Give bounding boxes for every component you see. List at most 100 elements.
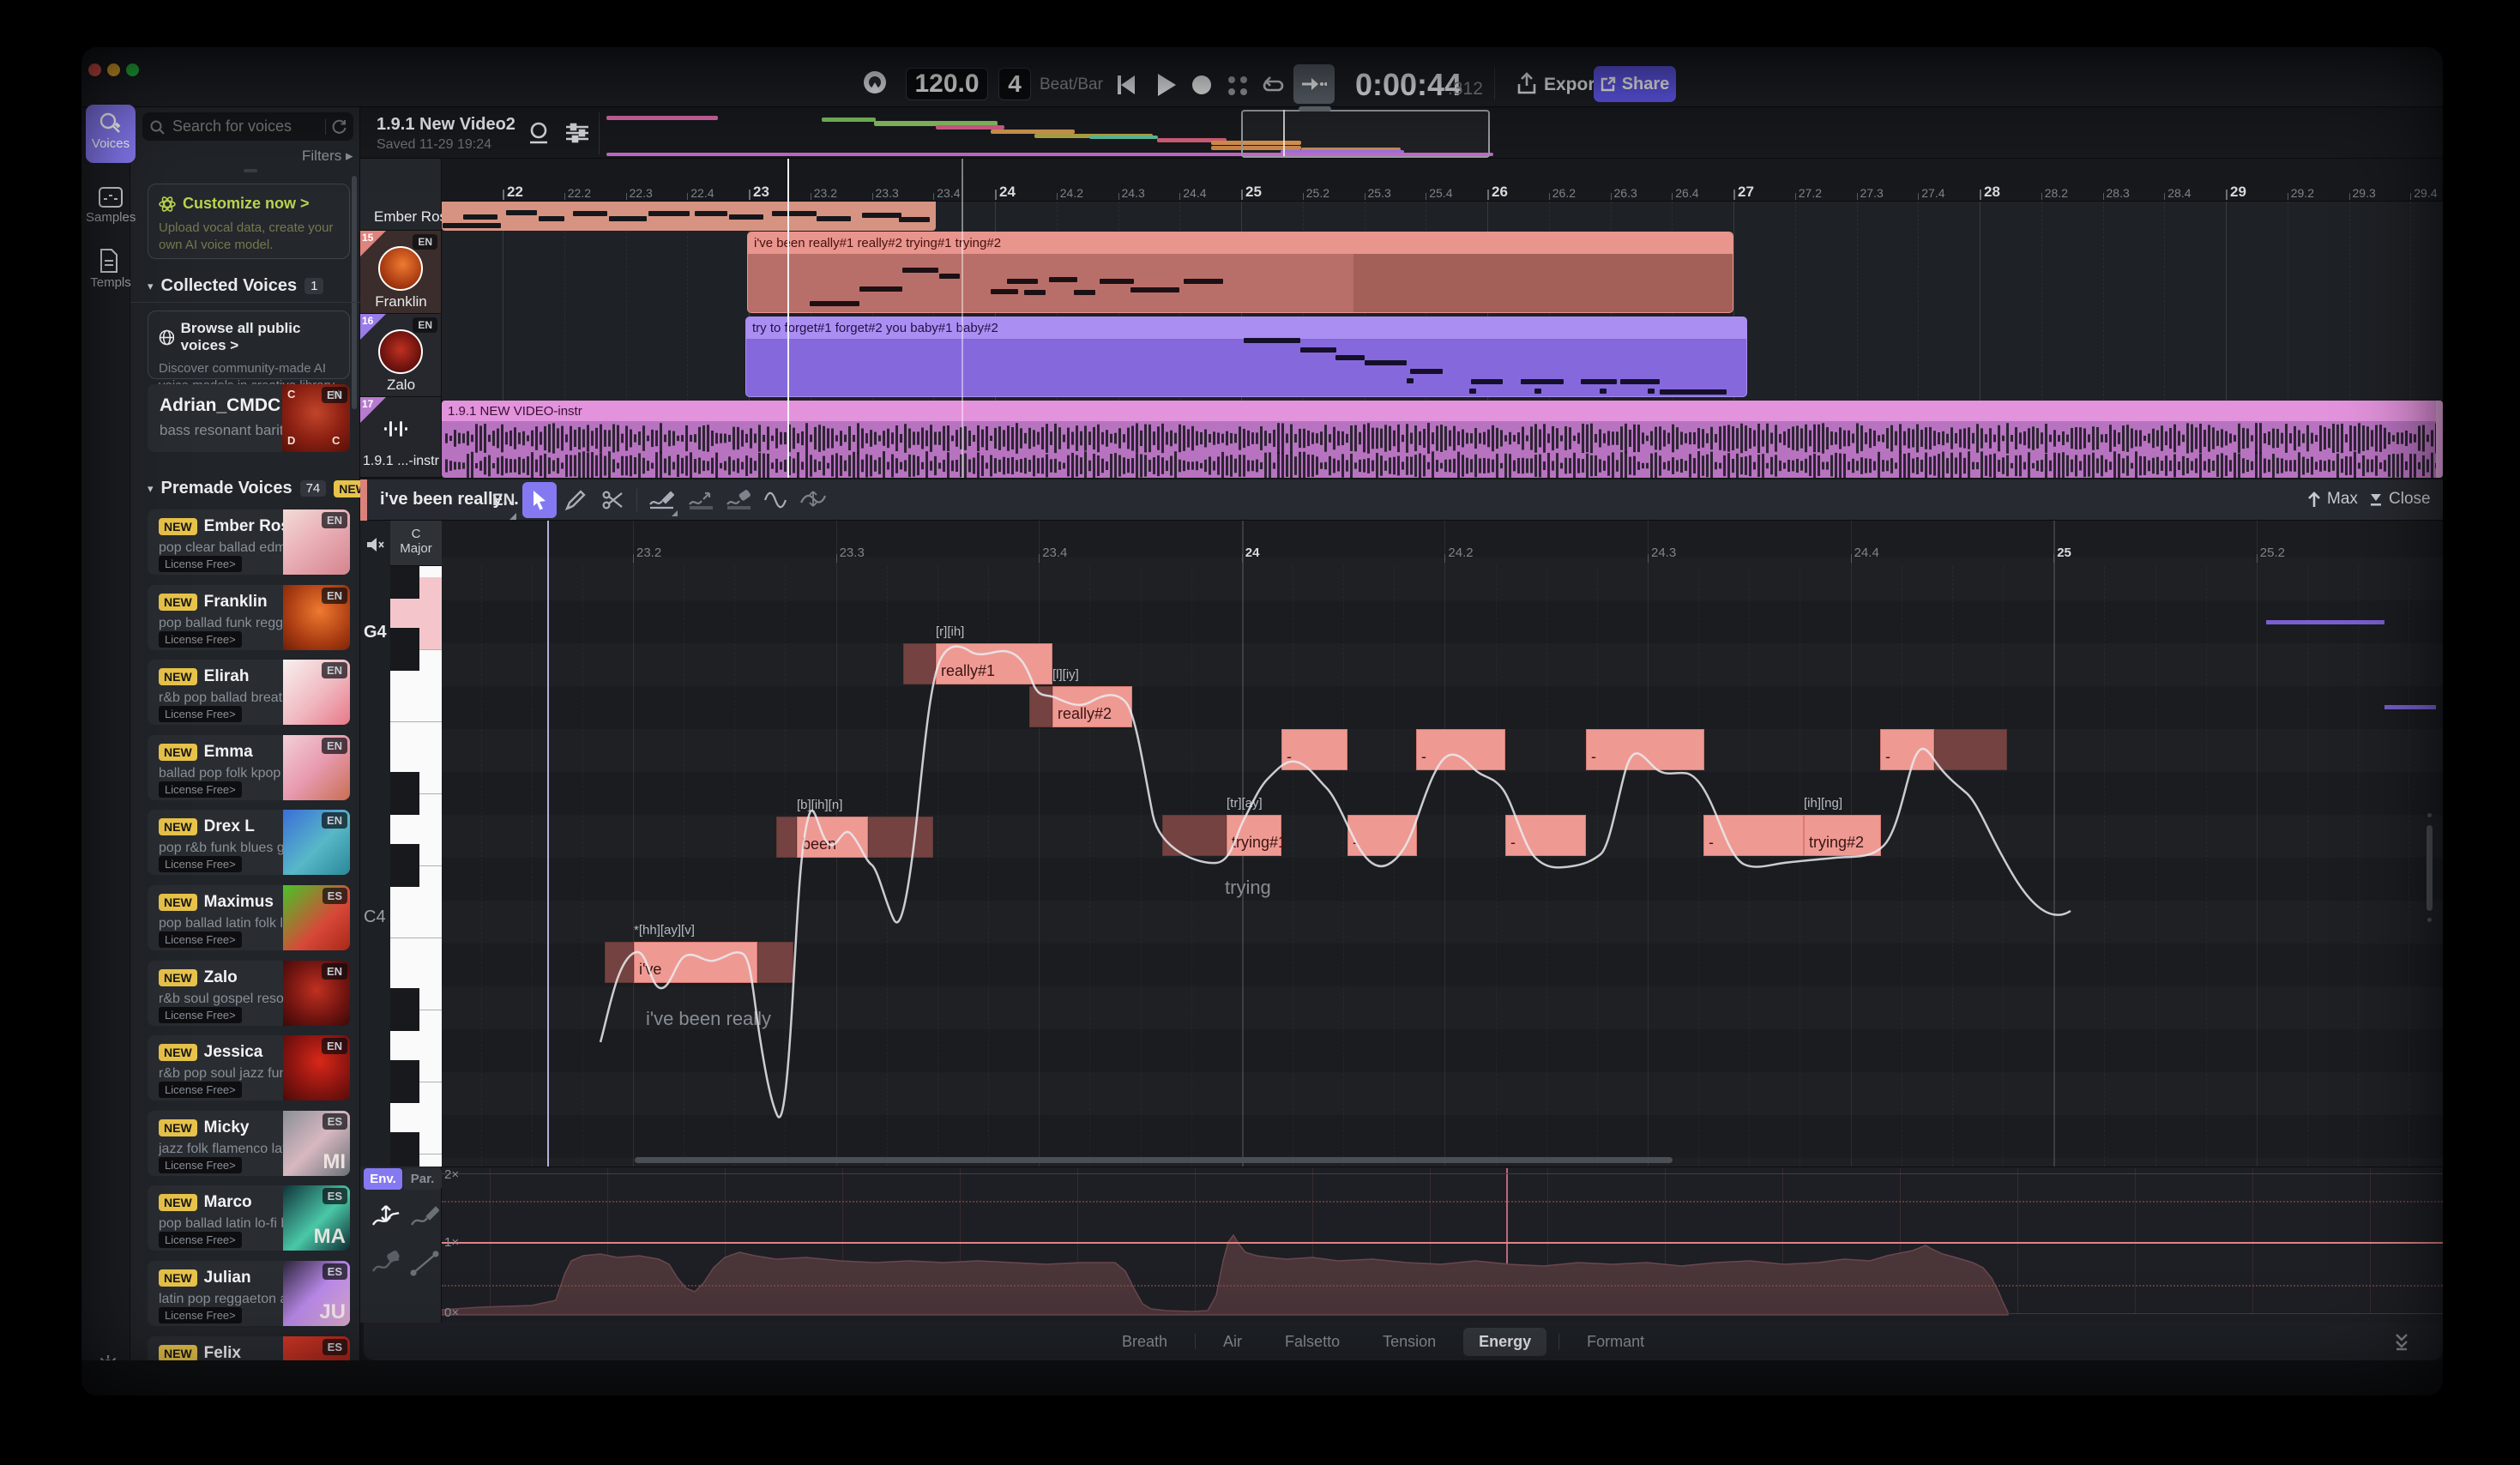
share-button[interactable]: Share [1594, 66, 1676, 102]
black-key[interactable] [390, 566, 419, 599]
record-button[interactable] [1192, 75, 1211, 94]
footer-tab-formant[interactable]: Formant [1571, 1328, 1660, 1356]
refresh-icon[interactable] [332, 119, 347, 134]
midi-note[interactable]: - [1416, 729, 1505, 770]
filters-button[interactable]: Filters ▸ [302, 148, 353, 165]
midi-note[interactable]: - [1281, 729, 1347, 770]
footer-collapse-icon[interactable] [2393, 1332, 2410, 1351]
scissors-tool-button[interactable] [602, 489, 624, 511]
voice-card-jessica[interactable]: NEWJessicar&b pop soul jazz funk…License… [148, 1035, 350, 1100]
follow-playhead-button[interactable] [1293, 64, 1335, 104]
editor-lang-dropdown[interactable]: EN [492, 491, 515, 510]
panel-drag-handle[interactable] [244, 169, 257, 172]
footer-tab-air[interactable]: Air [1208, 1328, 1257, 1356]
param-tab-env[interactable]: Env. [364, 1168, 402, 1190]
vibrato-adjust-tool-button[interactable] [799, 489, 827, 511]
count-in-icon[interactable] [527, 120, 551, 148]
midi-note[interactable]: - [1347, 815, 1417, 856]
roll-v-scrollbar-dot[interactable] [2427, 918, 2432, 922]
voice-card-franklin[interactable]: NEWFranklinpop ballad funk reggae…Licens… [148, 585, 350, 650]
voice-license-badge[interactable]: License Free> [159, 1082, 242, 1098]
pitch-erase-tool-button[interactable] [726, 489, 751, 511]
env-draw-tool-button[interactable] [410, 1204, 439, 1230]
minimap-viewport[interactable] [1241, 110, 1490, 158]
collected-voices-header[interactable]: ▾ Collected Voices 1 [148, 276, 323, 296]
metronome-grid-icon[interactable] [1227, 75, 1249, 96]
energy-envelope[interactable] [442, 1167, 2443, 1323]
sidebar-tab-templs[interactable]: Templs [86, 242, 136, 295]
search-bar[interactable] [142, 112, 353, 141]
track-header-ember[interactable]: Ember Rose [360, 202, 442, 231]
footer-tab-energy[interactable]: Energy [1463, 1328, 1546, 1356]
param-tab-par[interactable]: Par. [403, 1168, 442, 1190]
piano-keys[interactable] [390, 566, 442, 1167]
voice-license-badge[interactable]: License Free> [159, 707, 242, 722]
voice-card-julian[interactable]: NEWJulianlatin pop reggaeton afr…License… [148, 1261, 350, 1326]
voice-card-maximus[interactable]: NEWMaximuspop ballad latin folk lati…Lic… [148, 885, 350, 950]
voice-license-badge[interactable]: License Free> [159, 1158, 242, 1173]
black-key[interactable] [390, 1132, 419, 1167]
clip-franklin[interactable]: i've been really#1 really#2 trying#1 try… [747, 232, 1733, 313]
voice-license-badge[interactable]: License Free> [159, 932, 242, 948]
midi-note[interactable]: been [776, 817, 933, 858]
voice-card-zalo[interactable]: NEWZalor&b soul gospel resona…License Fr… [148, 961, 350, 1026]
footer-tab-falsetto[interactable]: Falsetto [1269, 1328, 1355, 1356]
sidebar-tab-voices[interactable]: Voices [86, 105, 136, 163]
voice-card-drex-l[interactable]: NEWDrex Lpop r&b funk blues gos…License … [148, 810, 350, 875]
loop-icon[interactable] [1261, 75, 1287, 97]
minimize-window-button[interactable] [107, 63, 120, 76]
midi-note[interactable]: i've [605, 942, 793, 983]
play-button[interactable] [1155, 73, 1178, 97]
clip-ember-rose[interactable] [442, 202, 936, 231]
black-key[interactable] [390, 1060, 419, 1103]
voice-card-micky[interactable]: NEWMickyjazz folk flamenco latin…License… [148, 1111, 350, 1176]
footer-tab-tension[interactable]: Tension [1367, 1328, 1451, 1356]
zoom-window-button[interactable] [126, 63, 139, 76]
footer-tab-breath[interactable]: Breath [1106, 1328, 1183, 1356]
voice-license-badge[interactable]: License Free> [159, 1233, 242, 1248]
voice-card-marco[interactable]: NEWMarcopop ballad latin lo-fi bri…Licen… [148, 1185, 350, 1251]
midi-note[interactable]: really#1 [903, 643, 1052, 684]
env-shift-tool-button[interactable] [371, 1204, 401, 1230]
roll-v-scrollbar[interactable] [2427, 825, 2433, 911]
clip-instr[interactable]: 1.9.1 NEW VIDEO-instr [442, 401, 2443, 478]
mixer-sliders-icon[interactable] [564, 120, 590, 146]
roll-v-scrollbar-dot[interactable] [2427, 813, 2432, 817]
pointer-tool-button[interactable] [522, 482, 557, 518]
black-key[interactable] [390, 988, 419, 1031]
voice-license-badge[interactable]: License Free> [159, 557, 242, 572]
clip-zalo[interactable]: try to forget#1 forget#2 you baby#1 baby… [745, 317, 1747, 397]
pencil-tool-button[interactable] [564, 489, 587, 511]
midi-note[interactable]: trying#1 [1162, 815, 1281, 856]
collected-voice-card[interactable]: Adrian_CMDC bass resonant baritone CMDC … [148, 384, 350, 452]
env-line-tool-button[interactable] [410, 1251, 439, 1276]
voice-card-ember-rose[interactable]: NEWEmber Rosepop clear ballad edm h…Lice… [148, 509, 350, 575]
voice-card-emma[interactable]: NEWEmmaballad pop folk kpop ed…License F… [148, 735, 350, 800]
track-header-16[interactable]: 16ENZalo [360, 314, 442, 397]
track-header-15[interactable]: 15ENFranklin [360, 231, 442, 314]
search-input[interactable] [171, 117, 319, 136]
metronome-icon[interactable] [861, 69, 889, 96]
midi-note[interactable]: - [1703, 815, 1804, 856]
voice-card-elirah[interactable]: NEWElirahr&b pop ballad breathy…License … [148, 660, 350, 725]
midi-note[interactable]: - [1586, 729, 1704, 770]
minimap[interactable] [600, 107, 1510, 159]
close-window-button[interactable] [88, 63, 101, 76]
skip-back-button[interactable] [1115, 74, 1137, 96]
voice-license-badge[interactable]: License Free> [159, 1308, 242, 1323]
editor-close-button[interactable]: Close [2369, 490, 2431, 509]
export-icon[interactable] [1516, 72, 1537, 96]
voice-license-badge[interactable]: License Free> [159, 632, 242, 648]
export-button[interactable]: Export [1544, 75, 1601, 95]
voice-license-badge[interactable]: License Free> [159, 782, 242, 798]
midi-note[interactable]: really#2 [1029, 686, 1132, 727]
voices-scrollbar[interactable] [352, 176, 357, 409]
midi-note[interactable]: - [1505, 815, 1586, 856]
vibrato-tool-button[interactable] [763, 489, 791, 511]
black-key[interactable] [390, 628, 419, 671]
beats-field[interactable]: 4 [998, 68, 1031, 100]
roll-h-scrollbar[interactable] [635, 1157, 1673, 1163]
editor-max-button[interactable]: Max [2307, 490, 2358, 509]
pitch-draw-tool-button[interactable] [648, 489, 674, 511]
black-key[interactable] [390, 844, 419, 887]
